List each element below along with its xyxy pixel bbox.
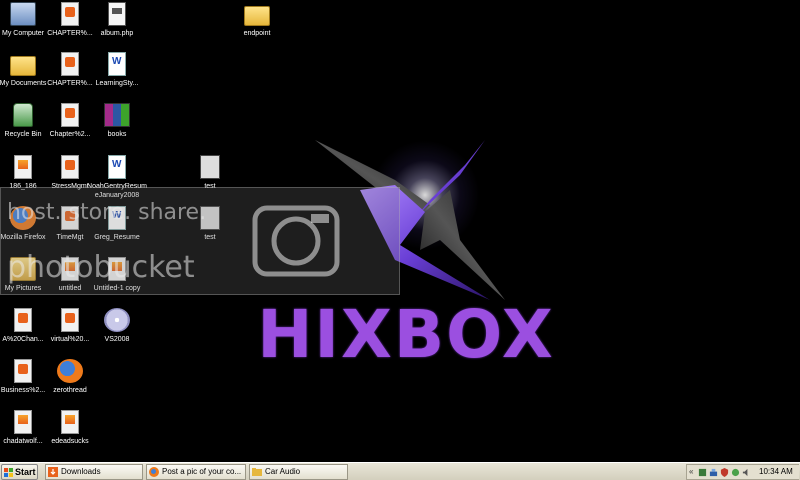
wallpaper-brand-text: HIXBOX — [257, 296, 555, 373]
tray-security-shield-icon[interactable] — [720, 468, 729, 477]
folder-icon — [252, 468, 262, 476]
computer-icon — [10, 2, 36, 26]
image-file-icon — [14, 155, 32, 179]
powerpoint-icon — [61, 103, 79, 127]
downloads-icon — [48, 467, 58, 477]
system-tray: « 10:34 AM — [686, 464, 799, 480]
image-file-icon — [61, 410, 79, 434]
icon-label: books — [107, 131, 127, 138]
powerpoint-icon — [61, 52, 79, 76]
tray-expand-button[interactable]: « — [689, 466, 693, 478]
volume-icon[interactable] — [742, 468, 751, 477]
tray-app-icon[interactable] — [698, 468, 707, 477]
task-label: Car Audio — [265, 467, 301, 476]
desktop-icon-album-php[interactable]: album.php — [86, 2, 148, 38]
cd-icon — [104, 308, 130, 332]
desktop: HIXBOX My Computer CHAPTER%... album.php… — [0, 0, 800, 462]
desktop-icon-zerothread[interactable]: zerothread — [39, 359, 101, 395]
icon-label: endpoint — [243, 30, 271, 37]
taskbar: Start Downloads Post a pic of your co...… — [0, 462, 800, 480]
windows-logo-icon — [4, 468, 13, 477]
task-label: Post a pic of your co... — [162, 467, 242, 476]
desktop-icon-books[interactable]: books — [86, 103, 148, 139]
archive-icon — [104, 103, 130, 127]
taskbar-button-post-a-pic[interactable]: Post a pic of your co... — [146, 464, 246, 480]
photobucket-watermark: host. store. share. photobucket — [0, 187, 400, 295]
program-icon — [200, 155, 220, 179]
taskbar-button-car-audio[interactable]: Car Audio — [249, 464, 348, 480]
folder-icon — [10, 56, 36, 76]
icon-label: album.php — [100, 30, 134, 37]
firefox-icon — [149, 467, 159, 477]
taskbar-button-downloads[interactable]: Downloads — [45, 464, 143, 480]
php-file-icon — [108, 2, 126, 26]
clock[interactable]: 10:34 AM — [759, 465, 793, 479]
desktop-icon-vs2008[interactable]: VS2008 — [86, 308, 148, 344]
desktop-icon-test-1[interactable]: test — [179, 155, 241, 191]
task-label: Downloads — [61, 467, 101, 476]
firefox-icon — [57, 359, 83, 383]
powerpoint-icon — [61, 2, 79, 26]
icon-label: VS2008 — [104, 336, 130, 343]
folder-icon — [244, 6, 270, 26]
powerpoint-icon — [14, 308, 32, 332]
word-doc-icon — [108, 155, 126, 179]
word-doc-icon — [108, 52, 126, 76]
camera-icon — [252, 205, 340, 277]
powerpoint-icon — [61, 155, 79, 179]
image-file-icon — [14, 410, 32, 434]
desktop-icon-endpoint[interactable]: endpoint — [226, 2, 288, 38]
desktop-icon-edeadsucks[interactable]: edeadsucks — [39, 410, 101, 446]
icon-label: edeadsucks — [51, 438, 89, 445]
recycle-bin-icon — [13, 103, 33, 127]
watermark-brand: photobucket — [7, 250, 195, 285]
watermark-tagline: host. store. share. — [7, 200, 207, 225]
tray-network-icon[interactable] — [709, 468, 718, 477]
powerpoint-icon — [61, 308, 79, 332]
desktop-icon-learningsty[interactable]: LearningSty... — [86, 52, 148, 88]
icon-label: LearningSty... — [95, 80, 139, 87]
icon-label: zerothread — [53, 387, 87, 394]
tray-messenger-icon[interactable] — [731, 468, 740, 477]
powerpoint-icon — [14, 359, 32, 383]
start-label: Start — [15, 467, 36, 477]
start-button[interactable]: Start — [1, 464, 38, 480]
